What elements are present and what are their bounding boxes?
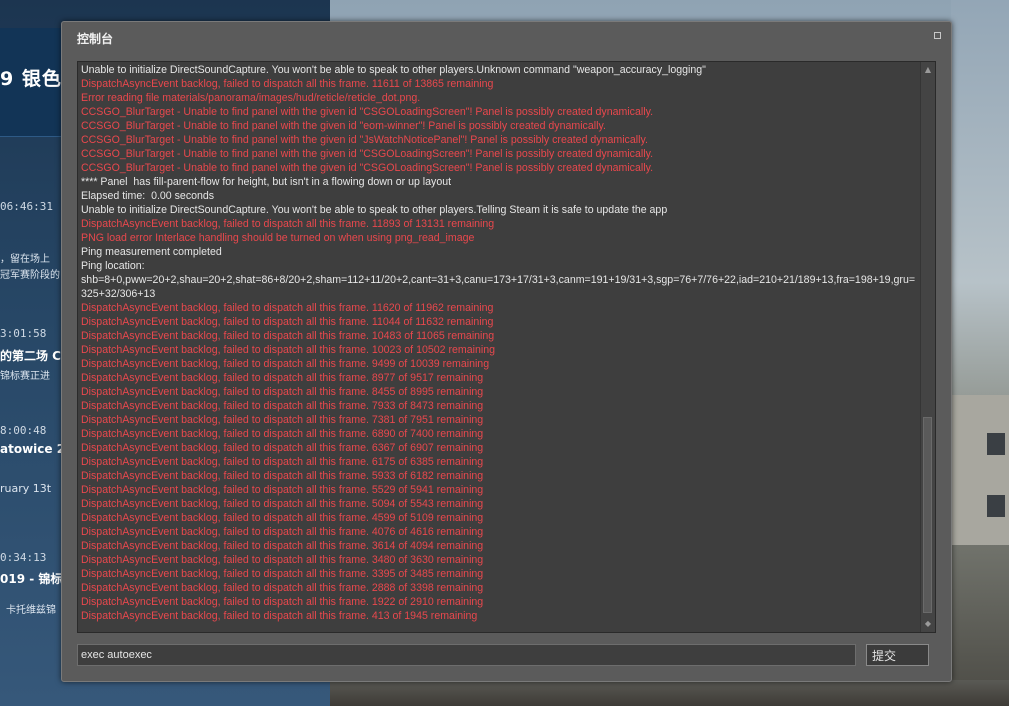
console-title: 控制台 <box>77 32 114 46</box>
log-line-error: DispatchAsyncEvent backlog, failed to di… <box>81 442 484 454</box>
maximize-icon[interactable] <box>934 32 941 39</box>
news-title: atowice 2 <box>0 442 66 456</box>
submit-button[interactable]: 提交 <box>866 644 929 666</box>
log-line-error: DispatchAsyncEvent backlog, failed to di… <box>81 470 484 482</box>
log-line-error: DispatchAsyncEvent backlog, failed to di… <box>81 316 494 328</box>
news-text: 锦标赛正进 <box>0 371 50 382</box>
log-line-error: DispatchAsyncEvent backlog, failed to di… <box>81 540 484 552</box>
log-line-error: Error reading file materials/panorama/im… <box>81 92 421 104</box>
log-line-error: DispatchAsyncEvent backlog, failed to di… <box>81 372 484 384</box>
log-line-error: DispatchAsyncEvent backlog, failed to di… <box>81 456 484 468</box>
log-line-error: DispatchAsyncEvent backlog, failed to di… <box>81 582 484 594</box>
scroll-down-icon[interactable]: ◆ <box>923 619 933 629</box>
log-line: Ping location: <box>81 260 145 272</box>
news-title: 019 - 锦标 <box>0 572 63 586</box>
log-line-error: DispatchAsyncEvent backlog, failed to di… <box>81 498 484 510</box>
log-line-error: DispatchAsyncEvent backlog, failed to di… <box>81 302 494 314</box>
log-line-error: DispatchAsyncEvent backlog, failed to di… <box>81 400 484 412</box>
log-line-error: CCSGO_BlurTarget - Unable to find panel … <box>81 162 654 174</box>
background-building <box>951 395 1009 545</box>
building-window <box>987 433 1005 455</box>
log-line: Elapsed time: 0.00 seconds <box>81 190 215 202</box>
log-line: Unable to initialize DirectSoundCapture.… <box>81 204 668 216</box>
news-text: 冠军赛阶段的 <box>0 270 60 281</box>
console-titlebar[interactable]: 控制台 <box>62 22 951 48</box>
console-log[interactable]: Unable to initialize DirectSoundCapture.… <box>77 61 936 633</box>
news-time: 0:34:13 <box>0 551 47 564</box>
news-title: 的第二场 C <box>0 349 61 363</box>
log-line: Ping measurement completed <box>81 246 222 258</box>
news-text: 卡托维兹锦 <box>6 605 56 616</box>
background-banner-text: 9 银色 <box>0 68 62 90</box>
log-line-error: DispatchAsyncEvent backlog, failed to di… <box>81 428 484 440</box>
command-row: 提交 <box>77 644 936 668</box>
log-line: Unable to initialize DirectSoundCapture.… <box>81 64 706 76</box>
console-window: 控制台 Unable to initialize DirectSoundCapt… <box>61 21 952 682</box>
log-line-error: DispatchAsyncEvent backlog, failed to di… <box>81 484 484 496</box>
log-line-error: CCSGO_BlurTarget - Unable to find panel … <box>81 134 648 146</box>
news-time: 3:01:58 <box>0 327 47 340</box>
log-line-error: DispatchAsyncEvent backlog, failed to di… <box>81 78 494 90</box>
log-line-error: DispatchAsyncEvent backlog, failed to di… <box>81 218 495 230</box>
log-line-error: DispatchAsyncEvent backlog, failed to di… <box>81 526 484 538</box>
building-window <box>987 495 1005 517</box>
scrollbar-thumb[interactable] <box>923 417 932 613</box>
log-line-error: DispatchAsyncEvent backlog, failed to di… <box>81 596 484 608</box>
log-line-error: DispatchAsyncEvent backlog, failed to di… <box>81 414 484 426</box>
log-line-error: CCSGO_BlurTarget - Unable to find panel … <box>81 148 654 160</box>
log-line-error: PNG load error Interlace handling should… <box>81 232 475 244</box>
log-line: **** Panel has fill-parent-flow for heig… <box>81 176 452 188</box>
log-line-error: DispatchAsyncEvent backlog, failed to di… <box>81 568 484 580</box>
log-line-error: DispatchAsyncEvent backlog, failed to di… <box>81 330 495 342</box>
log-line-error: DispatchAsyncEvent backlog, failed to di… <box>81 386 484 398</box>
log-line-error: DispatchAsyncEvent backlog, failed to di… <box>81 610 478 622</box>
log-scrollbar[interactable]: ▲ ◆ <box>920 62 935 632</box>
scroll-up-icon[interactable]: ▲ <box>923 65 933 75</box>
log-line-error: DispatchAsyncEvent backlog, failed to di… <box>81 512 484 524</box>
news-time: 8:00:48 <box>0 424 47 437</box>
log-line-error: DispatchAsyncEvent backlog, failed to di… <box>81 554 484 566</box>
log-line-error: DispatchAsyncEvent backlog, failed to di… <box>81 358 490 370</box>
news-text: ，留在场上 <box>0 254 50 265</box>
log-lines: Unable to initialize DirectSoundCapture.… <box>81 63 917 623</box>
log-line-error: CCSGO_BlurTarget - Unable to find panel … <box>81 120 606 132</box>
news-text: ruary 13t <box>0 482 52 495</box>
log-line-error: DispatchAsyncEvent backlog, failed to di… <box>81 344 495 356</box>
command-input[interactable] <box>77 644 856 666</box>
background-scene <box>951 0 1009 706</box>
log-line-error: CCSGO_BlurTarget - Unable to find panel … <box>81 106 654 118</box>
news-time: 06:46:31 <box>0 200 53 213</box>
background-ground <box>330 680 1009 706</box>
log-line: shb=8+0,pww=20+2,shau=20+2,shat=86+8/20+… <box>81 274 916 300</box>
